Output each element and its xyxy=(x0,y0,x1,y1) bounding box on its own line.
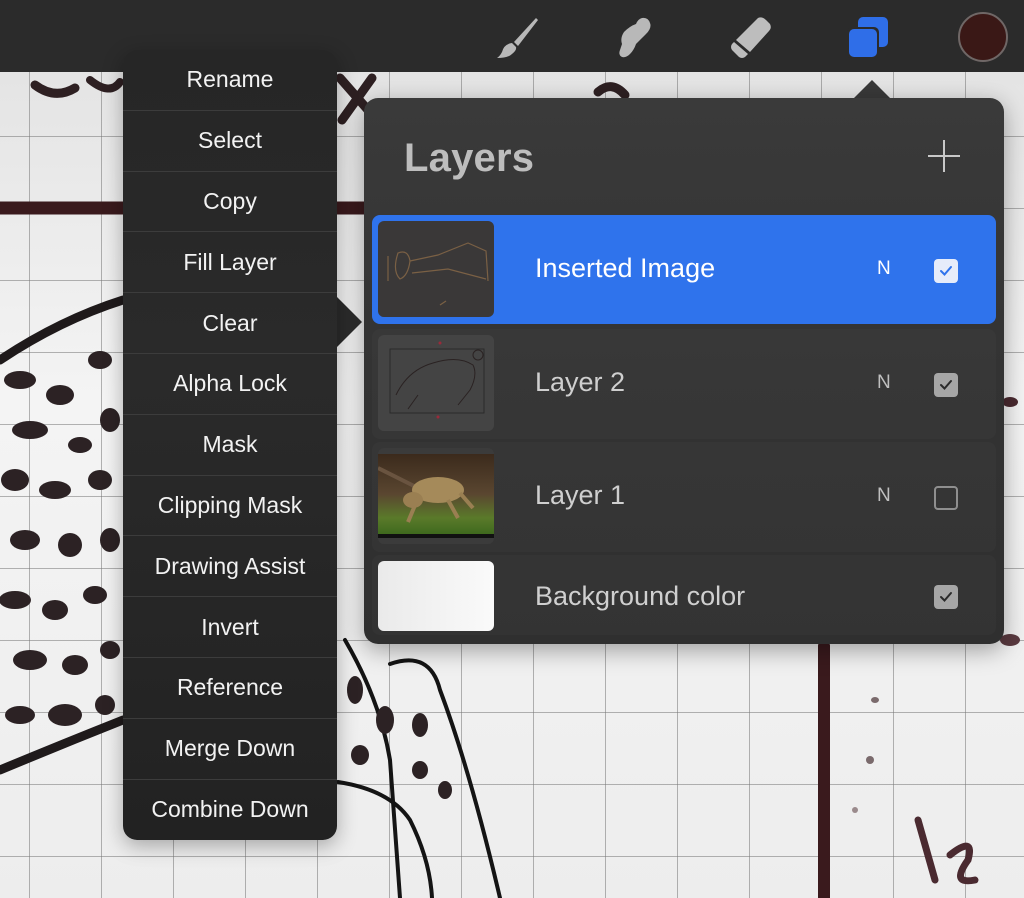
paintbrush-icon xyxy=(497,18,538,58)
menu-item-reference[interactable]: Reference xyxy=(123,658,337,719)
menu-item-combine-down[interactable]: Combine Down xyxy=(123,780,337,840)
sketch-stroke xyxy=(593,82,630,100)
layer-name: Layer 1 xyxy=(535,480,626,510)
layer-blend-mode[interactable]: N xyxy=(877,485,891,507)
layer-blend-mode[interactable]: N xyxy=(877,258,891,280)
layer-thumbnail xyxy=(378,448,494,544)
menu-item-select[interactable]: Select xyxy=(123,111,337,172)
layer-row-layer-2[interactable]: Layer 2 N xyxy=(372,329,996,439)
smudge-finger-icon xyxy=(619,17,651,58)
menu-item-drawing-assist[interactable]: Drawing Assist xyxy=(123,536,337,598)
menu-item-mask[interactable]: Mask xyxy=(123,415,337,476)
layer-visibility-checkbox[interactable] xyxy=(934,259,958,283)
layer-name: Inserted Image xyxy=(535,253,716,283)
color-picker-button[interactable] xyxy=(958,12,1008,62)
layer-blend-mode[interactable]: N xyxy=(877,372,891,394)
menu-item-copy[interactable]: Copy xyxy=(123,172,337,233)
layer-thumbnail xyxy=(378,335,494,431)
menu-item-rename[interactable]: Rename xyxy=(123,50,337,111)
sketch-stroke xyxy=(0,715,128,775)
brush-tool-button[interactable] xyxy=(494,14,540,60)
layers-panel-title: Layers xyxy=(404,136,535,180)
checkmark-icon xyxy=(940,266,952,276)
sketch-stroke xyxy=(0,295,128,365)
layer-thumbnail xyxy=(378,221,494,317)
sketch-stroke xyxy=(30,80,80,98)
layers-panel: Layers Inserted Image N Layer 2 N Layer … xyxy=(364,98,1004,644)
menu-item-fill-layer[interactable]: Fill Layer xyxy=(123,232,337,294)
sketch-stroke xyxy=(336,780,434,898)
background-color-swatch[interactable] xyxy=(378,561,494,631)
layer-options-menu: Rename Select Copy Fill Layer Clear Alph… xyxy=(123,50,337,840)
menu-item-alpha-lock[interactable]: Alpha Lock xyxy=(123,354,337,415)
layers-tool-button[interactable] xyxy=(844,14,890,60)
menu-item-clipping-mask[interactable]: Clipping Mask xyxy=(123,476,337,537)
sketch-stroke xyxy=(914,816,979,885)
context-menu-pointer xyxy=(336,296,362,348)
layer-row-background-color[interactable]: Background color xyxy=(372,555,996,635)
menu-item-clear[interactable]: Clear xyxy=(123,293,337,354)
menu-item-invert[interactable]: Invert xyxy=(123,597,337,658)
add-layer-button[interactable] xyxy=(926,138,962,174)
checkmark-icon xyxy=(940,592,952,602)
layer-row-inserted-image[interactable]: Inserted Image N xyxy=(372,215,996,324)
layer-visibility-checkbox[interactable] xyxy=(934,373,958,397)
layer-visibility-checkbox[interactable] xyxy=(934,585,958,609)
sketch-stroke xyxy=(388,658,502,898)
menu-item-merge-down[interactable]: Merge Down xyxy=(123,719,337,780)
sketch-stroke xyxy=(86,76,124,93)
smudge-tool-button[interactable] xyxy=(612,14,658,60)
layer-name: Background color xyxy=(535,581,746,611)
layer-row-layer-1[interactable]: Layer 1 N xyxy=(372,442,996,552)
eraser-icon xyxy=(731,17,771,58)
checkmark-icon xyxy=(940,380,952,390)
layers-panel-pointer xyxy=(852,80,892,100)
layers-icon xyxy=(847,17,888,59)
layer-name: Layer 2 xyxy=(535,367,626,397)
layer-visibility-checkbox[interactable] xyxy=(934,486,958,510)
eraser-tool-button[interactable] xyxy=(728,14,774,60)
